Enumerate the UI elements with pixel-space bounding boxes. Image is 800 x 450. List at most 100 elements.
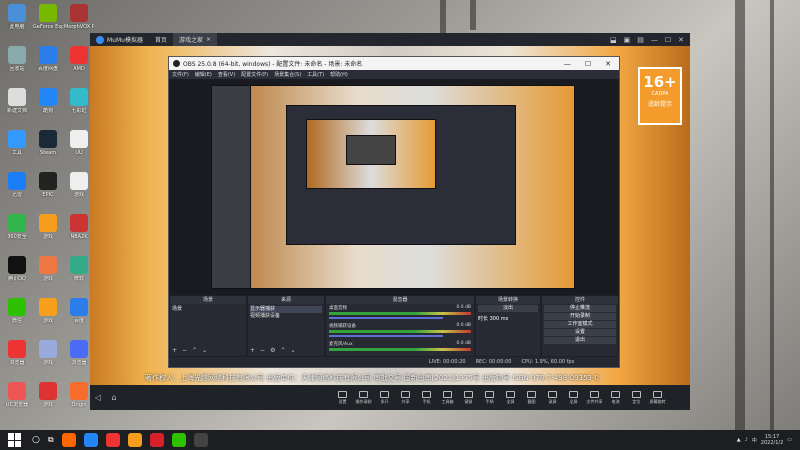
close-icon[interactable]: ✕ [678,36,684,44]
network-icon[interactable]: ▲ [737,437,741,443]
toolbar-tool[interactable]: 手柄 [479,390,500,405]
desktop-icon[interactable]: 微信 [2,298,32,332]
down-icon[interactable]: ⌄ [290,347,295,354]
menu-item[interactable]: 查看(V) [218,71,235,78]
maximize-icon[interactable]: ☐ [665,36,671,44]
toolbar-tool[interactable]: 工具箱 [437,390,458,405]
exit-button[interactable]: 退出 [544,337,616,344]
desktop-icon[interactable]: 游戏 [33,298,63,332]
tool-icon [506,390,515,398]
windows-start-icon[interactable] [8,433,22,447]
notification-icon[interactable]: ▭ [787,437,792,443]
menu-item[interactable]: 编辑(E) [195,71,212,78]
close-icon[interactable]: × [206,36,211,43]
obs-preview[interactable] [169,79,619,295]
start-recording-button[interactable]: 开始录制 [544,313,616,320]
mixer-dock: 混音器 桌面音频 0.0 dB 视频捕获设备 0.0 dB 麦克风/Aux 0.… [326,296,474,356]
tab-game[interactable]: 游戏之家 × [172,33,218,46]
desktop-icon[interactable]: 游戏 [33,340,63,374]
toolbar-tool[interactable]: 手机 [416,390,437,405]
toolbar-tool[interactable]: 截图 [521,390,542,405]
settings-button[interactable]: 设置 [544,329,616,336]
toolbar-tool[interactable]: 文件共享 [584,390,605,405]
close-icon[interactable]: ✕ [605,60,611,68]
minimize-icon[interactable]: — [651,36,658,44]
toolbar-tool[interactable]: 键鼠 [458,390,479,405]
menu-item[interactable]: 场景集合(S) [274,71,301,78]
level-meter [329,312,471,315]
source-item[interactable]: 视频捕获设备 [250,313,322,320]
down-icon[interactable]: ⌄ [202,347,207,354]
menu-item[interactable]: 文件(F) [172,71,189,78]
remove-icon[interactable]: − [182,347,187,354]
clock[interactable]: 15:17 2022/1/2 [761,434,783,446]
taskbar-app-icon[interactable] [105,433,120,447]
tab-mumu[interactable]: MuMu模拟器 [90,33,149,46]
desktop-icon[interactable]: GeForce Experience [33,4,63,38]
tab-home[interactable]: 首页 [149,33,173,46]
desktop-icon[interactable]: UC浏览器 [2,382,32,416]
taskbar-app-icon[interactable] [61,433,76,447]
remove-icon[interactable]: − [260,347,265,354]
desktop-icon[interactable]: 游戏 [33,382,63,416]
toolbar-tool[interactable]: 共享 [395,390,416,405]
menu-item[interactable]: 工具(T) [307,71,324,78]
menu-item[interactable]: 帮助(H) [330,71,348,78]
gear-icon[interactable]: ⚙ [270,347,275,354]
scene-item[interactable]: 场景 [172,306,244,313]
studio-mode-button[interactable]: 工作室模式 [544,321,616,328]
maximize-icon[interactable]: ☐ [585,60,591,68]
fullscreen-icon[interactable]: ⬓ [610,36,617,44]
layout-icon[interactable]: ▣ [624,36,631,44]
desktop-icon[interactable]: EPIC [33,172,63,206]
menu-item[interactable]: 配置文件(P) [241,71,268,78]
desktop-icon[interactable]: 浏览器 [2,340,32,374]
volume-icon[interactable]: ♪ [745,437,748,443]
desktop-icon[interactable]: 百度网盘 [33,46,63,80]
desktop-icon[interactable]: 游戏 [33,214,63,248]
stop-stream-button[interactable]: 停止推流 [544,305,616,312]
transition-select[interactable]: 淡出 [478,305,538,312]
desktop-icon[interactable]: 此电脑 [2,4,32,38]
desktop-icon[interactable]: 迅雷 [2,172,32,206]
up-icon[interactable]: ⌃ [280,347,285,354]
desktop-icon[interactable]: 游戏 [33,256,63,290]
desktop-icon[interactable]: 新建文档 [2,88,32,122]
home-button[interactable]: ⌂ [106,393,122,402]
menu-icon[interactable]: ▤ [637,36,644,44]
source-item[interactable]: 显示器捕获 [250,306,322,313]
taskbar-app-icon[interactable] [149,433,164,447]
desktop-icon[interactable]: 酷狗 [33,88,63,122]
desktop-icon[interactable]: Steam [33,130,63,164]
search-icon[interactable]: ○ [32,435,40,445]
volume-slider[interactable] [329,317,443,319]
desktop-icon[interactable]: 腾讯QQ [2,256,32,290]
toolbar-tool[interactable]: 设置 [332,390,353,405]
obs-window-controls: — ☐ ✕ [564,60,619,68]
duration-field[interactable]: 300 ms [490,316,509,322]
desktop-icon[interactable]: 回收站 [2,46,32,80]
desktop-icon[interactable]: 工具 [2,130,32,164]
tool-label: 全屏 [569,398,578,404]
toolbar-tool[interactable]: 录屏 [542,390,563,405]
toolbar-tool[interactable]: 电池 [605,390,626,405]
taskbar-app-icon[interactable] [193,433,208,447]
add-icon[interactable]: + [250,347,255,354]
up-icon[interactable]: ⌃ [192,347,197,354]
desktop-icon[interactable]: 360安全 [2,214,32,248]
volume-slider[interactable] [329,335,443,337]
toolbar-tool[interactable]: 操作录制 [353,390,374,405]
input-language[interactable]: 中 [752,437,757,444]
back-button[interactable]: ◁ [90,393,106,402]
minimize-icon[interactable]: — [564,60,571,68]
taskbar-app-icon[interactable] [171,433,186,447]
taskbar-app-icon[interactable] [83,433,98,447]
toolbar-tool[interactable]: 定位 [626,390,647,405]
toolbar-tool[interactable]: 全屏 [500,390,521,405]
app-icon [8,298,26,316]
taskbar-app-icon[interactable] [127,433,142,447]
toolbar-tool[interactable]: 屏幕旋转 [647,390,668,405]
toolbar-tool[interactable]: 全屏 [563,390,584,405]
toolbar-tool[interactable]: 多开 [374,390,395,405]
add-icon[interactable]: + [172,347,177,354]
